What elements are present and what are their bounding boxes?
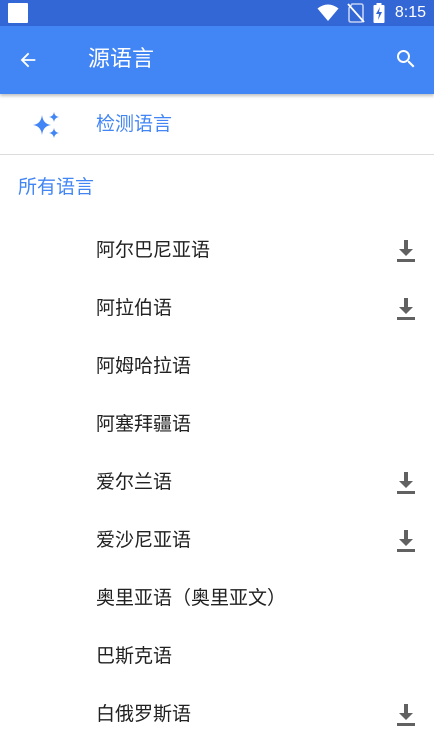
no-sim-icon	[347, 3, 365, 23]
language-label: 爱沙尼亚语	[96, 529, 192, 551]
language-label: 奥里亚语（奥里亚文）	[96, 587, 287, 609]
language-label: 白俄罗斯语	[96, 703, 192, 725]
back-button[interactable]	[14, 46, 42, 74]
language-item[interactable]: 爱尔兰语	[0, 454, 434, 512]
language-label: 阿拉伯语	[96, 297, 173, 319]
language-label: 爱尔兰语	[96, 471, 173, 493]
notification-icon	[8, 3, 28, 23]
language-item[interactable]: 巴斯克语	[0, 628, 434, 686]
detect-language-item[interactable]: 检测语言	[0, 94, 434, 155]
language-label: 阿尔巴尼亚语	[96, 239, 211, 261]
status-icons: 8:15	[317, 0, 426, 26]
language-item[interactable]: 白俄罗斯语	[0, 686, 434, 744]
language-item[interactable]: 阿尔巴尼亚语	[0, 222, 434, 280]
wifi-icon	[317, 4, 339, 21]
language-label: 阿姆哈拉语	[96, 355, 192, 377]
language-label: 巴斯克语	[96, 645, 173, 667]
status-bar: 8:15	[0, 0, 434, 26]
language-item[interactable]: 爱沙尼亚语	[0, 512, 434, 570]
detect-language-label: 检测语言	[96, 113, 173, 135]
section-header-all-languages: 所有语言	[18, 176, 95, 198]
language-label: 阿塞拜疆语	[96, 413, 192, 435]
search-button[interactable]	[392, 45, 420, 73]
language-list: 阿尔巴尼亚语 阿拉伯语 阿姆哈拉语 阿塞拜疆语 爱尔兰语 爱沙尼亚语 奥里亚语（…	[0, 222, 434, 744]
language-item[interactable]: 阿塞拜疆语	[0, 396, 434, 454]
battery-charging-icon	[373, 3, 385, 23]
status-time: 8:15	[394, 4, 426, 21]
search-icon	[397, 50, 415, 68]
download-icon[interactable]	[396, 529, 416, 553]
download-icon[interactable]	[396, 297, 416, 321]
app-bar: 源语言	[0, 26, 434, 94]
download-icon[interactable]	[396, 471, 416, 495]
arrow-back-icon	[20, 52, 36, 68]
language-item[interactable]: 阿姆哈拉语	[0, 338, 434, 396]
sparkle-icon	[33, 112, 59, 138]
language-item[interactable]: 奥里亚语（奥里亚文）	[0, 570, 434, 628]
page-title: 源语言	[88, 47, 155, 72]
download-icon[interactable]	[396, 703, 416, 727]
language-item[interactable]: 阿拉伯语	[0, 280, 434, 338]
download-icon[interactable]	[396, 239, 416, 263]
